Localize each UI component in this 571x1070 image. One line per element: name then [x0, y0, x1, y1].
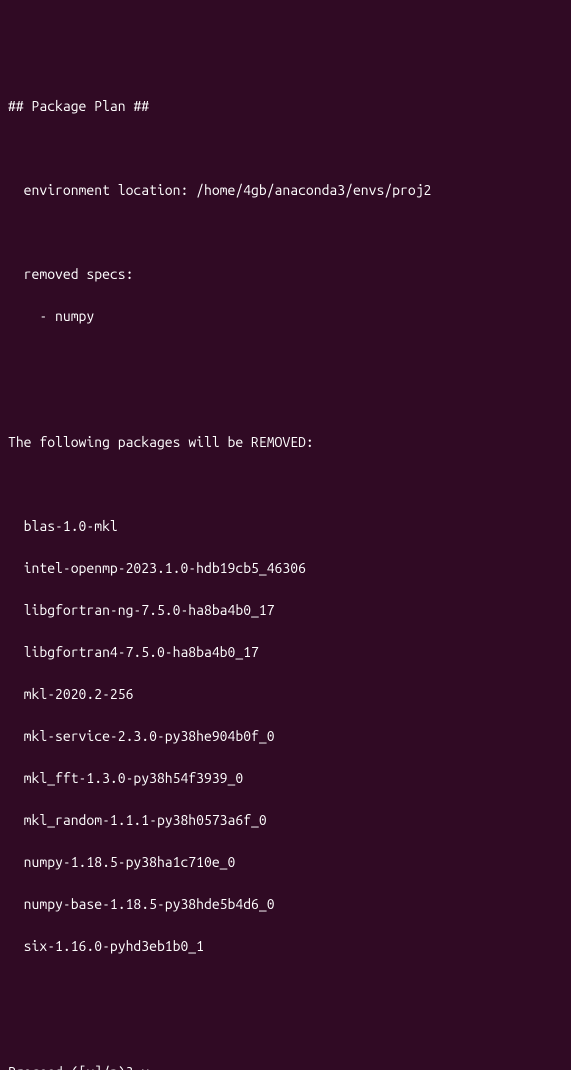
blank-line: [8, 348, 563, 369]
blank-line: [8, 474, 563, 495]
proceed-prompt: Proceed ([y]/n)?: [8, 1064, 141, 1070]
plan-header: ## Package Plan ##: [8, 96, 563, 117]
package-item: numpy-1.18.5-py38ha1c710e_0: [8, 852, 563, 873]
blank-line: [8, 138, 563, 159]
package-item: mkl_fft-1.3.0-py38h54f3939_0: [8, 768, 563, 789]
blank-line: [8, 390, 563, 411]
removed-packages-header: The following packages will be REMOVED:: [8, 432, 563, 453]
package-item: six-1.16.0-pyhd3eb1b0_1: [8, 936, 563, 957]
proceed-prompt-line[interactable]: Proceed ([y]/n)? y: [8, 1062, 563, 1070]
env-location-line: environment location: /home/4gb/anaconda…: [8, 180, 563, 201]
package-item: mkl-2020.2-256: [8, 684, 563, 705]
removed-specs-label: removed specs:: [8, 264, 563, 285]
env-label: environment location:: [24, 182, 189, 198]
user-input[interactable]: y: [141, 1064, 149, 1070]
blank-line: [8, 978, 563, 999]
package-item: mkl_random-1.1.1-py38h0573a6f_0: [8, 810, 563, 831]
blank-line: [8, 1020, 563, 1041]
package-item: libgfortran4-7.5.0-ha8ba4b0_17: [8, 642, 563, 663]
blank-line: [8, 222, 563, 243]
package-item: mkl-service-2.3.0-py38he904b0f_0: [8, 726, 563, 747]
package-item: intel-openmp-2023.1.0-hdb19cb5_46306: [8, 558, 563, 579]
package-item: libgfortran-ng-7.5.0-ha8ba4b0_17: [8, 600, 563, 621]
package-item: blas-1.0-mkl: [8, 516, 563, 537]
env-path: /home/4gb/anaconda3/envs/proj2: [196, 182, 431, 198]
package-item: numpy-base-1.18.5-py38hde5b4d6_0: [8, 894, 563, 915]
removed-spec-item: - numpy: [8, 306, 563, 327]
